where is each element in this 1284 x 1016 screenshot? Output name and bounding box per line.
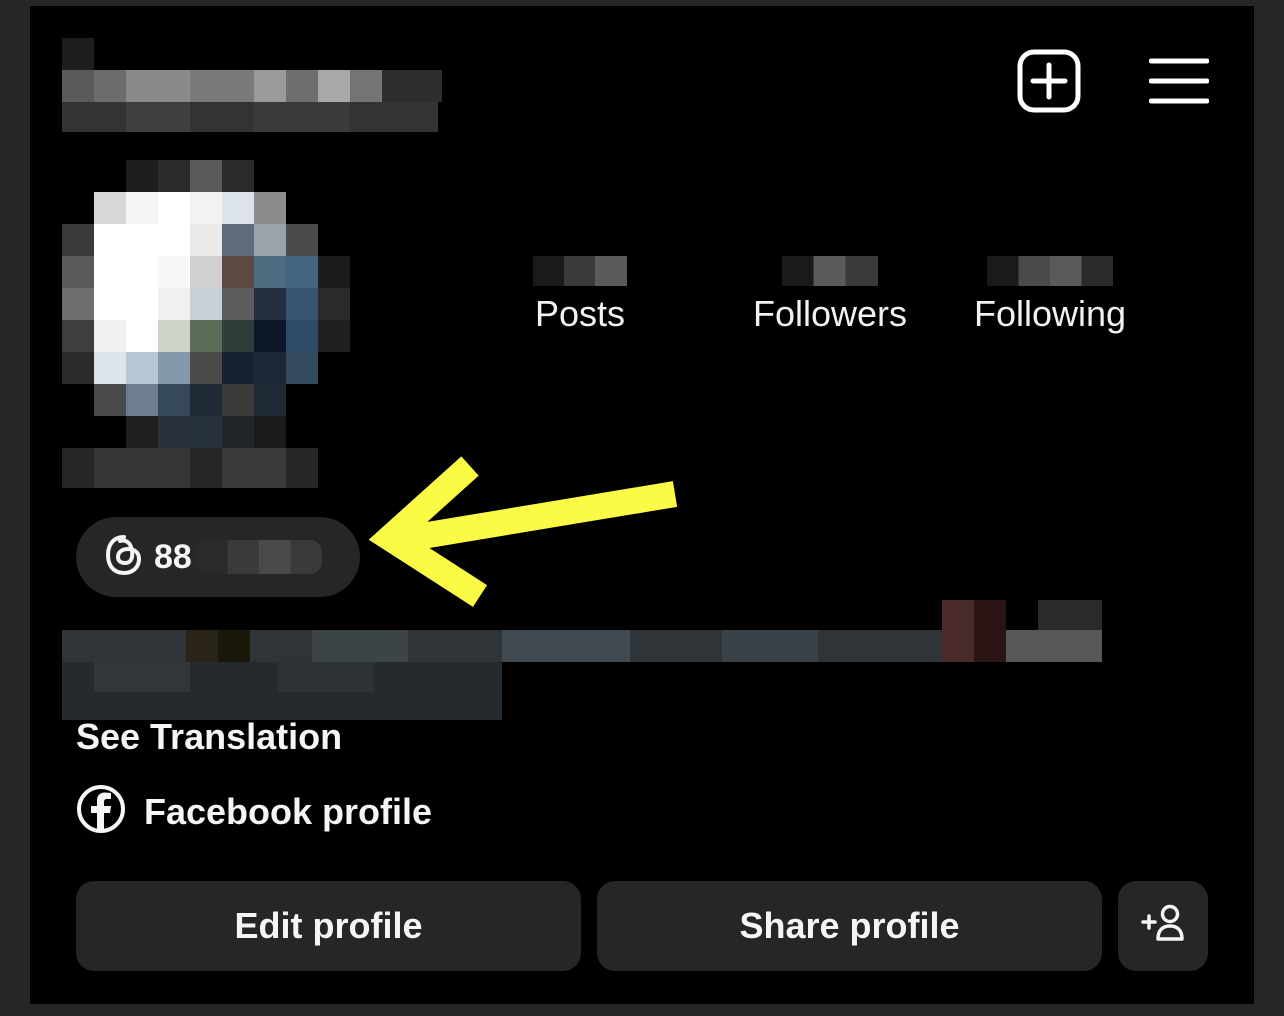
stat-following[interactable]: Following <box>950 256 1150 336</box>
edit-profile-button[interactable]: Edit profile <box>76 881 581 971</box>
facebook-profile-label: Facebook profile <box>144 790 433 832</box>
share-profile-button[interactable]: Share profile <box>597 881 1102 971</box>
add-person-icon <box>1139 902 1187 951</box>
bio-redacted <box>62 600 1102 724</box>
stat-followers[interactable]: Followers <box>720 256 940 336</box>
profile-screen: Posts Followers Following 88 See Transla… <box>30 6 1254 1004</box>
profile-stats: Posts Followers Following <box>510 256 1150 356</box>
following-label: Following <box>973 293 1127 334</box>
username-redacted <box>62 38 457 138</box>
posts-label: Posts <box>534 293 626 334</box>
hamburger-menu-icon[interactable] <box>1144 46 1214 116</box>
header-actions <box>1014 46 1214 116</box>
threads-count: 88 <box>154 537 192 576</box>
see-translation-link[interactable]: See Translation <box>76 716 342 758</box>
followers-label: Followers <box>752 293 908 334</box>
avatar[interactable] <box>62 160 352 495</box>
facebook-icon <box>76 784 126 839</box>
threads-icon <box>104 533 144 582</box>
posts-count-redacted <box>510 256 650 292</box>
threads-badge[interactable]: 88 <box>76 517 360 597</box>
plus-square-icon[interactable] <box>1014 46 1084 116</box>
facebook-profile-link[interactable]: Facebook profile <box>76 784 432 839</box>
annotation-arrow <box>368 456 678 607</box>
stat-posts[interactable]: Posts <box>510 256 650 336</box>
following-count-redacted <box>950 256 1150 292</box>
add-person-button[interactable] <box>1118 881 1208 971</box>
followers-count-redacted <box>720 256 940 292</box>
threads-count-redacted <box>195 540 322 574</box>
